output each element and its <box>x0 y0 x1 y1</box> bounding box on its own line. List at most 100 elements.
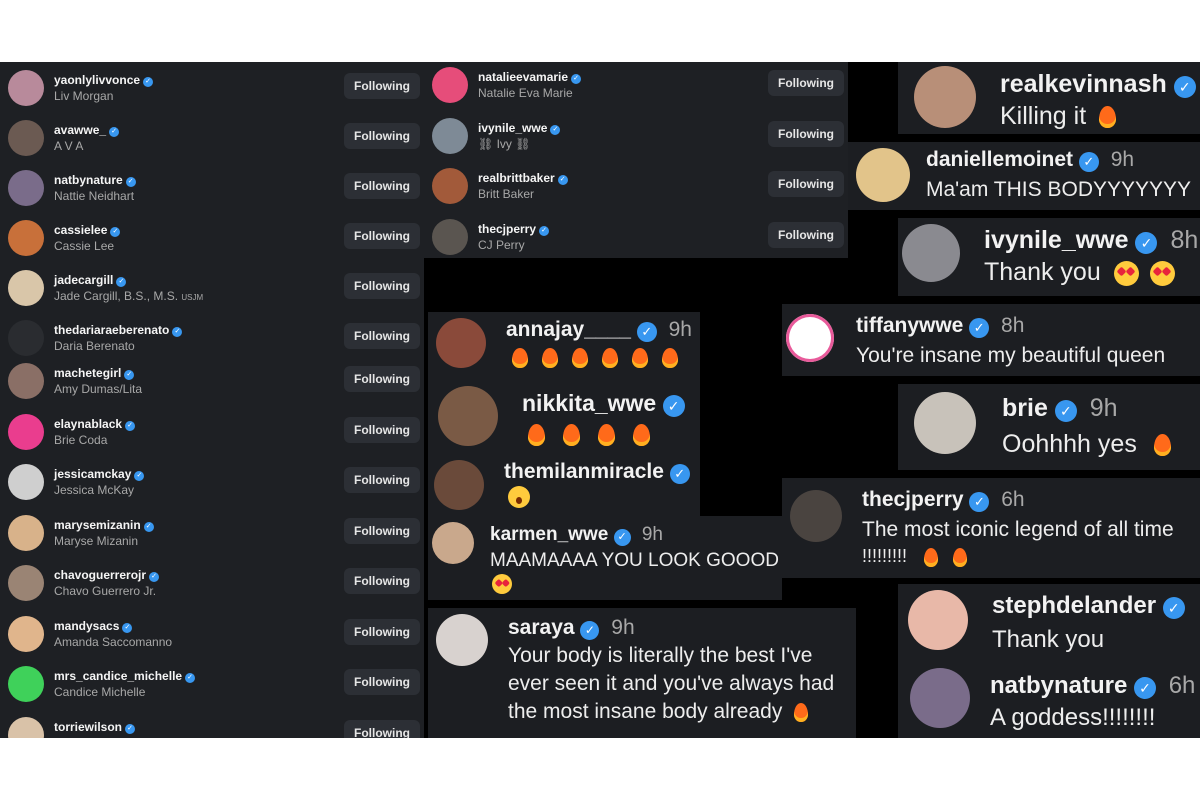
following-row[interactable]: avawwe_ ✓ A V A Following <box>0 113 424 163</box>
avatar[interactable] <box>8 666 44 702</box>
following-button[interactable]: Following <box>344 273 420 299</box>
avatar[interactable] <box>8 716 44 738</box>
username[interactable]: cassielee <box>54 223 107 237</box>
following-button[interactable]: Following <box>344 416 420 443</box>
username[interactable]: annajay____ <box>506 318 631 341</box>
avatar[interactable] <box>8 615 44 652</box>
following-row[interactable]: marysemizanin ✓ Maryse Mizanin Following <box>0 508 424 558</box>
following-row[interactable]: jessicamckay ✓ Jessica McKay Following <box>0 457 424 507</box>
following-button[interactable]: Following <box>768 171 844 197</box>
username[interactable]: daniellemoinet <box>926 148 1073 171</box>
following-row[interactable]: realbrittbaker ✓ Britt Baker Following <box>424 161 848 211</box>
username[interactable]: thecjperry <box>862 488 964 511</box>
username[interactable]: realbrittbaker <box>478 171 555 185</box>
username[interactable]: brie <box>1002 394 1048 422</box>
following-button[interactable]: Following <box>344 669 420 695</box>
avatar[interactable] <box>8 270 44 306</box>
following-row[interactable]: thecjperry ✓ CJ Perry Following <box>424 212 848 259</box>
avatar[interactable] <box>8 413 44 450</box>
following-button[interactable]: Following <box>344 467 420 493</box>
username[interactable]: marysemizanin <box>54 518 141 532</box>
verified-badge-icon: ✓ <box>1054 400 1077 422</box>
username[interactable]: realkevinnash <box>1000 70 1167 98</box>
avatar[interactable] <box>8 120 44 156</box>
avatar[interactable] <box>8 363 44 399</box>
username[interactable]: jessicamckay <box>54 467 131 481</box>
username[interactable]: ivynile_wwe <box>984 226 1129 254</box>
avatar[interactable] <box>432 218 468 255</box>
fire-emoji-icon <box>598 424 615 446</box>
following-button[interactable]: Following <box>768 120 844 147</box>
following-row[interactable]: mrs_candice_michelle ✓ Candice Michelle Fol… <box>0 659 424 709</box>
username[interactable]: themilanmiracle <box>504 460 664 483</box>
username[interactable]: torriewilson <box>54 720 122 734</box>
username[interactable]: tiffanywwe <box>856 314 963 337</box>
following-button[interactable]: Following <box>344 719 420 738</box>
username[interactable]: jadecargill <box>54 273 113 287</box>
fire-emoji-row <box>512 348 692 368</box>
following-row[interactable]: natalieevamarie ✓ Natalie Eva Marie Followi… <box>424 62 848 110</box>
following-button[interactable]: Following <box>344 323 420 349</box>
following-row[interactable]: cassielee ✓ Cassie Lee Following <box>0 213 424 263</box>
avatar <box>914 392 976 454</box>
following-row[interactable]: jadecargill ✓ Jade Cargill, B.S., M.S. USJ… <box>0 263 424 313</box>
following-button[interactable]: Following <box>768 221 844 248</box>
username[interactable]: natalieevamarie <box>478 70 568 84</box>
comment-text: MAAMAAAA YOU LOOK GOOOD <box>490 550 779 571</box>
avatar[interactable] <box>8 170 44 206</box>
avatar[interactable] <box>8 514 44 551</box>
fire-emoji-icon <box>512 348 528 368</box>
username[interactable]: elaynablack <box>54 417 122 431</box>
avatar[interactable] <box>8 70 44 106</box>
username[interactable]: stephdelander <box>992 592 1156 619</box>
following-row[interactable]: torriewilson✓Torrie Wilson Following <box>0 710 424 738</box>
verified-badge-icon: ✓ <box>1135 232 1158 254</box>
username[interactable]: saraya <box>508 616 575 639</box>
fire-emoji-icon <box>563 424 580 446</box>
avatar[interactable] <box>8 220 44 256</box>
avatar[interactable] <box>8 464 44 500</box>
username[interactable]: mandysacs <box>54 619 119 633</box>
username[interactable]: karmen_wwe <box>490 524 608 545</box>
username[interactable]: thecjperry <box>478 222 536 236</box>
following-row[interactable]: elaynablack ✓ Brie Coda Following <box>0 407 424 457</box>
username[interactable]: natbynature <box>54 173 123 187</box>
verified-badge-icon: ✓ <box>110 227 121 237</box>
fire-emoji-icon <box>528 424 545 446</box>
following-row[interactable]: chavoguerrerojr ✓ Chavo Guerrero Jr. Follow… <box>0 558 424 608</box>
username[interactable]: ivynile_wwe <box>478 121 547 135</box>
avatar[interactable] <box>8 565 44 601</box>
following-row[interactable]: thedariaraeberenato ✓ Daria Berenato Follow… <box>0 313 424 358</box>
following-row[interactable]: yaonlylivvonce ✓ Liv Morgan Following <box>0 63 424 113</box>
following-button[interactable]: Following <box>344 73 420 99</box>
comment-brie: brie ✓ 9h Oohhhh yes <box>898 384 1200 470</box>
following-button[interactable]: Following <box>344 223 420 249</box>
username[interactable]: yaonlylivvonce <box>54 73 140 87</box>
following-button[interactable]: Following <box>344 366 420 392</box>
following-row[interactable]: ivynile_wwe ✓ ⛓ Ivy ⛓ Following <box>424 111 848 161</box>
following-row[interactable]: machetegirl ✓ Amy Dumas/Lita Following <box>0 358 424 406</box>
username[interactable]: thedariaraeberenato <box>54 323 169 337</box>
following-button[interactable]: Following <box>768 70 844 96</box>
display-name: Jade Cargill, B.S., M.S. <box>54 289 179 303</box>
username[interactable]: natbynature <box>990 672 1127 699</box>
avatar[interactable] <box>8 320 44 356</box>
username[interactable]: avawwe_ <box>54 123 106 137</box>
following-row[interactable]: natbynature ✓ Nattie Neidhart Following <box>0 163 424 213</box>
following-row[interactable]: mandysacs ✓ Amanda Saccomanno Following <box>0 609 424 659</box>
username[interactable]: mrs_candice_michelle <box>54 669 182 683</box>
avatar[interactable] <box>432 168 468 204</box>
username[interactable]: machetegirl <box>54 366 121 380</box>
verified-badge-icon: ✓ <box>613 529 631 546</box>
avatar <box>914 66 976 128</box>
username[interactable]: nikkita_wwe <box>522 390 656 416</box>
following-button[interactable]: Following <box>344 568 420 594</box>
avatar[interactable] <box>432 117 468 154</box>
following-button[interactable]: Following <box>344 173 420 199</box>
following-button[interactable]: Following <box>344 517 420 544</box>
avatar[interactable] <box>432 67 468 103</box>
comment-annajay: annajay____ ✓ 9h <box>428 312 700 378</box>
username[interactable]: chavoguerrerojr <box>54 568 146 582</box>
following-button[interactable]: Following <box>344 618 420 645</box>
following-button[interactable]: Following <box>344 123 420 149</box>
